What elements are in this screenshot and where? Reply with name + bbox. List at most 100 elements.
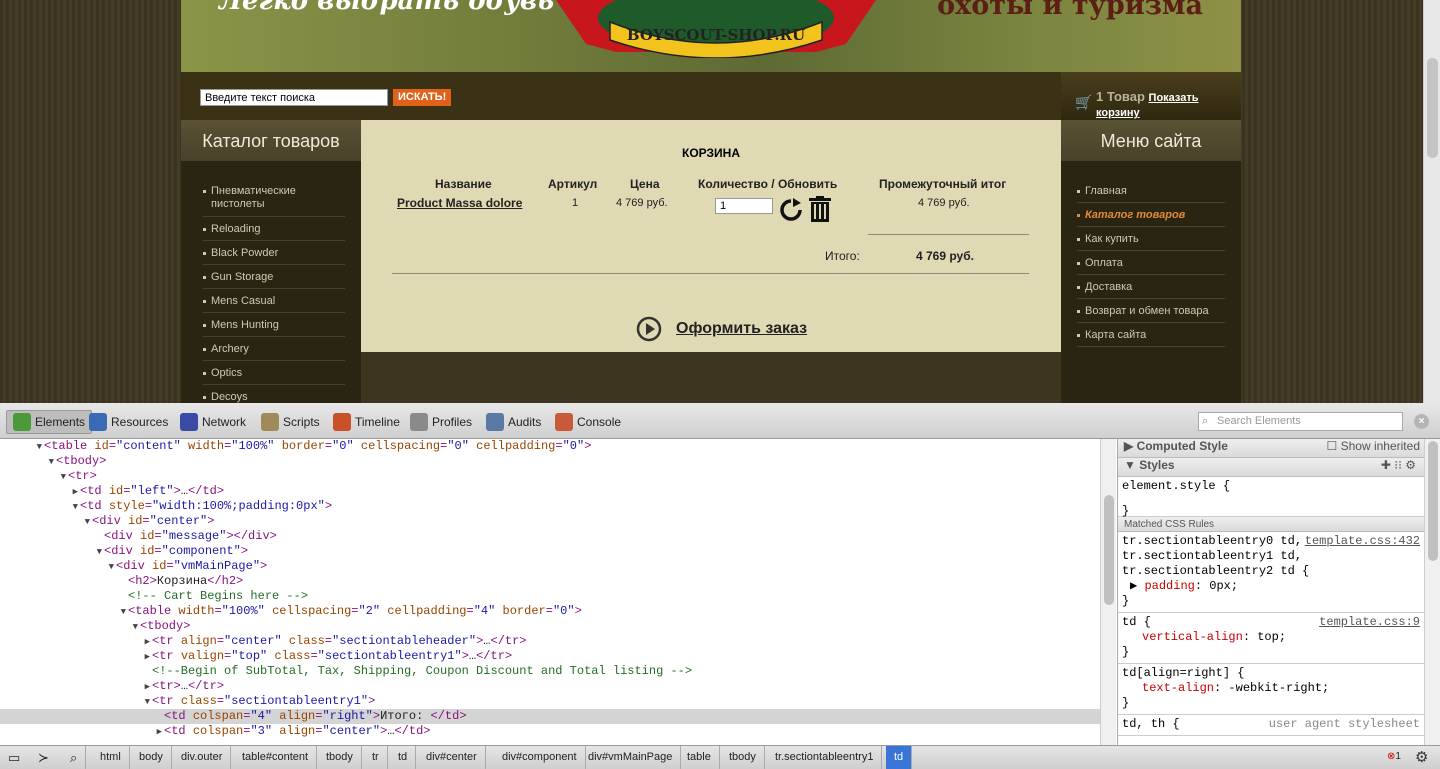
dom-node[interactable]: ▶ <tr align="center" class="sectiontableh… [0,634,1100,649]
breadcrumb-item[interactable]: td [886,746,913,769]
dom-scrollbar[interactable] [1100,439,1116,745]
tab-timeline[interactable]: Timeline [333,410,400,434]
styles-scrollbar[interactable] [1424,439,1440,745]
site-menu-item[interactable]: Доставка [1077,275,1225,299]
site-menu-item[interactable]: Каталог товаров [1077,203,1225,227]
site-logo[interactable]: BOYSCOUT-SHOP.RU [546,0,886,58]
site-menu-item[interactable]: Как купить [1077,227,1225,251]
search-input[interactable] [200,89,388,106]
catalog-item[interactable]: Mens Casual [203,289,345,313]
element-style-rule[interactable]: element.style { } [1118,477,1424,518]
dom-node[interactable]: ▼ <div id="center"> [0,514,1100,529]
search-elements-input[interactable]: Search Elements [1198,412,1403,431]
css-rule-2[interactable]: td { template.css:9 vertical-align: top;… [1118,613,1424,664]
dom-node[interactable]: ▼ <tbody> [0,454,1100,469]
search-button[interactable]: ИСКАТЬ! [393,89,452,106]
site-banner: Легко выбрать обувь BOYSCOUT-SHOP.RU охо… [181,0,1241,72]
tab-profiles[interactable]: Profiles [410,410,472,434]
dom-node[interactable]: ▼ <td style="width:100%;padding:0px"> [0,499,1100,514]
show-inherited-toggle[interactable]: ☐ Show inherited [1327,439,1420,453]
settings-gear-icon[interactable]: ⚙ [1415,748,1428,766]
breadcrumb-item[interactable]: html [92,746,130,769]
catalog-item[interactable]: Optics [203,361,345,385]
catalog-item[interactable]: Black Powder [203,241,345,265]
dom-node[interactable]: <h2>Корзина</h2> [0,574,1100,589]
dom-node[interactable]: ▶ <tr valign="top" class="sectiontableent… [0,649,1100,664]
refresh-icon[interactable] [779,198,803,222]
breadcrumb: ▭ ≻ ⌕ html body div.outer table#content tbod… [0,745,1440,769]
breadcrumb-item[interactable]: div.outer [173,746,232,769]
play-icon [636,316,662,342]
catalog-item[interactable]: Пневматические пистолеты [203,179,345,217]
breadcrumb-item[interactable]: div#vmMainPage [580,746,682,769]
breadcrumb-item[interactable]: div#center [418,746,486,769]
quantity-input[interactable] [715,198,773,214]
timeline-icon [333,413,351,431]
catalog-item[interactable]: Reloading [203,217,345,241]
breadcrumb-item[interactable]: tbody [318,746,362,769]
dom-node[interactable]: ▶ <tr>…</tr> [0,679,1100,694]
product-link[interactable]: Product Massa dolore [397,196,522,210]
dom-node[interactable]: <!-- Cart Begins here --> [0,589,1100,604]
cart-panel: КОРЗИНА Название Артикул Цена Количество… [361,120,1061,352]
dom-tree[interactable]: ▼ <table id="content" width="100%" border… [0,439,1100,745]
dom-node[interactable]: <td colspan="4" align="right">Итого: </t… [0,709,1100,724]
css-rule-4[interactable]: td, th { user agent stylesheet [1118,715,1424,736]
network-icon [180,413,198,431]
catalog-item[interactable]: Gun Storage [203,265,345,289]
css-rule-3[interactable]: td[align=right] { text-align: -webkit-ri… [1118,664,1424,715]
tab-scripts[interactable]: Scripts [261,410,320,434]
site-menu-item[interactable]: Оплата [1077,251,1225,275]
breadcrumb-item[interactable]: body [131,746,172,769]
dom-node[interactable]: ▼ <tr> [0,469,1100,484]
console-toggle-icon[interactable]: ≻ [30,746,57,769]
dom-node[interactable]: ▶ <td id="left">…</td> [0,484,1100,499]
dom-node[interactable]: ▼ <tbody> [0,619,1100,634]
tab-elements[interactable]: Elements [6,410,93,434]
css-source-link[interactable]: template.css:9 [1319,615,1420,630]
css-source-link[interactable]: template.css:432 [1305,534,1420,549]
dom-node[interactable]: ▼ <table id="content" width="100%" border… [0,439,1100,454]
dom-node[interactable]: ▼ <table width="100%" cellspacing="2" cel… [0,604,1100,619]
computed-style-header[interactable]: ▶ Computed Style ☐ Show inherited [1118,439,1424,458]
close-icon[interactable]: × [1414,414,1429,429]
site-menu-item[interactable]: Карта сайта [1077,323,1225,347]
styles-toolbar-icons[interactable]: ✚ ⁝⁝ ⚙ [1381,458,1416,472]
dom-node[interactable]: <div id="message"></div> [0,529,1100,544]
styles-header[interactable]: ▼ Styles ✚ ⁝⁝ ⚙ [1118,458,1424,477]
dom-node[interactable]: ▼ <tr class="sectiontableentry1"> [0,694,1100,709]
catalog-title: Каталог товаров [181,120,361,161]
breadcrumb-item[interactable]: table [679,746,720,769]
profiles-icon [410,413,428,431]
page-scrollbar[interactable] [1423,0,1440,403]
tab-network[interactable]: Network [180,410,246,434]
tab-console[interactable]: Console [555,410,621,434]
dock-icon[interactable]: ▭ [0,746,28,769]
css-rule-1[interactable]: tr.sectiontableentry0 td, tr.sectiontable… [1118,532,1424,613]
error-icon[interactable]: ⊗1 [1387,751,1401,762]
cart-count: 1 Товар [1096,89,1145,104]
dom-node[interactable]: ▼ <div id="vmMainPage"> [0,559,1100,574]
inspect-search-icon[interactable]: ⌕ [62,746,87,769]
breadcrumb-item[interactable]: div#component [494,746,586,769]
matched-rules-header: Matched CSS Rules [1118,517,1424,532]
breadcrumb-item[interactable]: table#content [234,746,318,769]
tab-resources[interactable]: Resources [89,410,168,434]
col-price-header: Цена [630,177,660,191]
dom-node[interactable]: <!--Begin of SubTotal, Tax, Shipping, Co… [0,664,1100,679]
dom-node[interactable]: ▼ <div id="component"> [0,544,1100,559]
breadcrumb-item[interactable]: tr [364,746,388,769]
checkout-link[interactable]: Оформить заказ [636,316,807,342]
site-menu-item[interactable]: Возврат и обмен товара [1077,299,1225,323]
catalog-item[interactable]: Decoys [203,385,345,403]
dom-node[interactable]: ▶ <td colspan="3" align="center">…</td> [0,724,1100,739]
trash-icon[interactable] [808,196,832,222]
banner-slogan: Легко выбрать обувь [219,0,555,16]
breadcrumb-item[interactable]: td [390,746,417,769]
catalog-item[interactable]: Archery [203,337,345,361]
breadcrumb-item[interactable]: tr.sectiontableentry1 [767,746,883,769]
breadcrumb-item[interactable]: tbody [721,746,765,769]
catalog-item[interactable]: Mens Hunting [203,313,345,337]
site-menu-item[interactable]: Главная [1077,179,1225,203]
tab-audits[interactable]: Audits [486,410,541,434]
